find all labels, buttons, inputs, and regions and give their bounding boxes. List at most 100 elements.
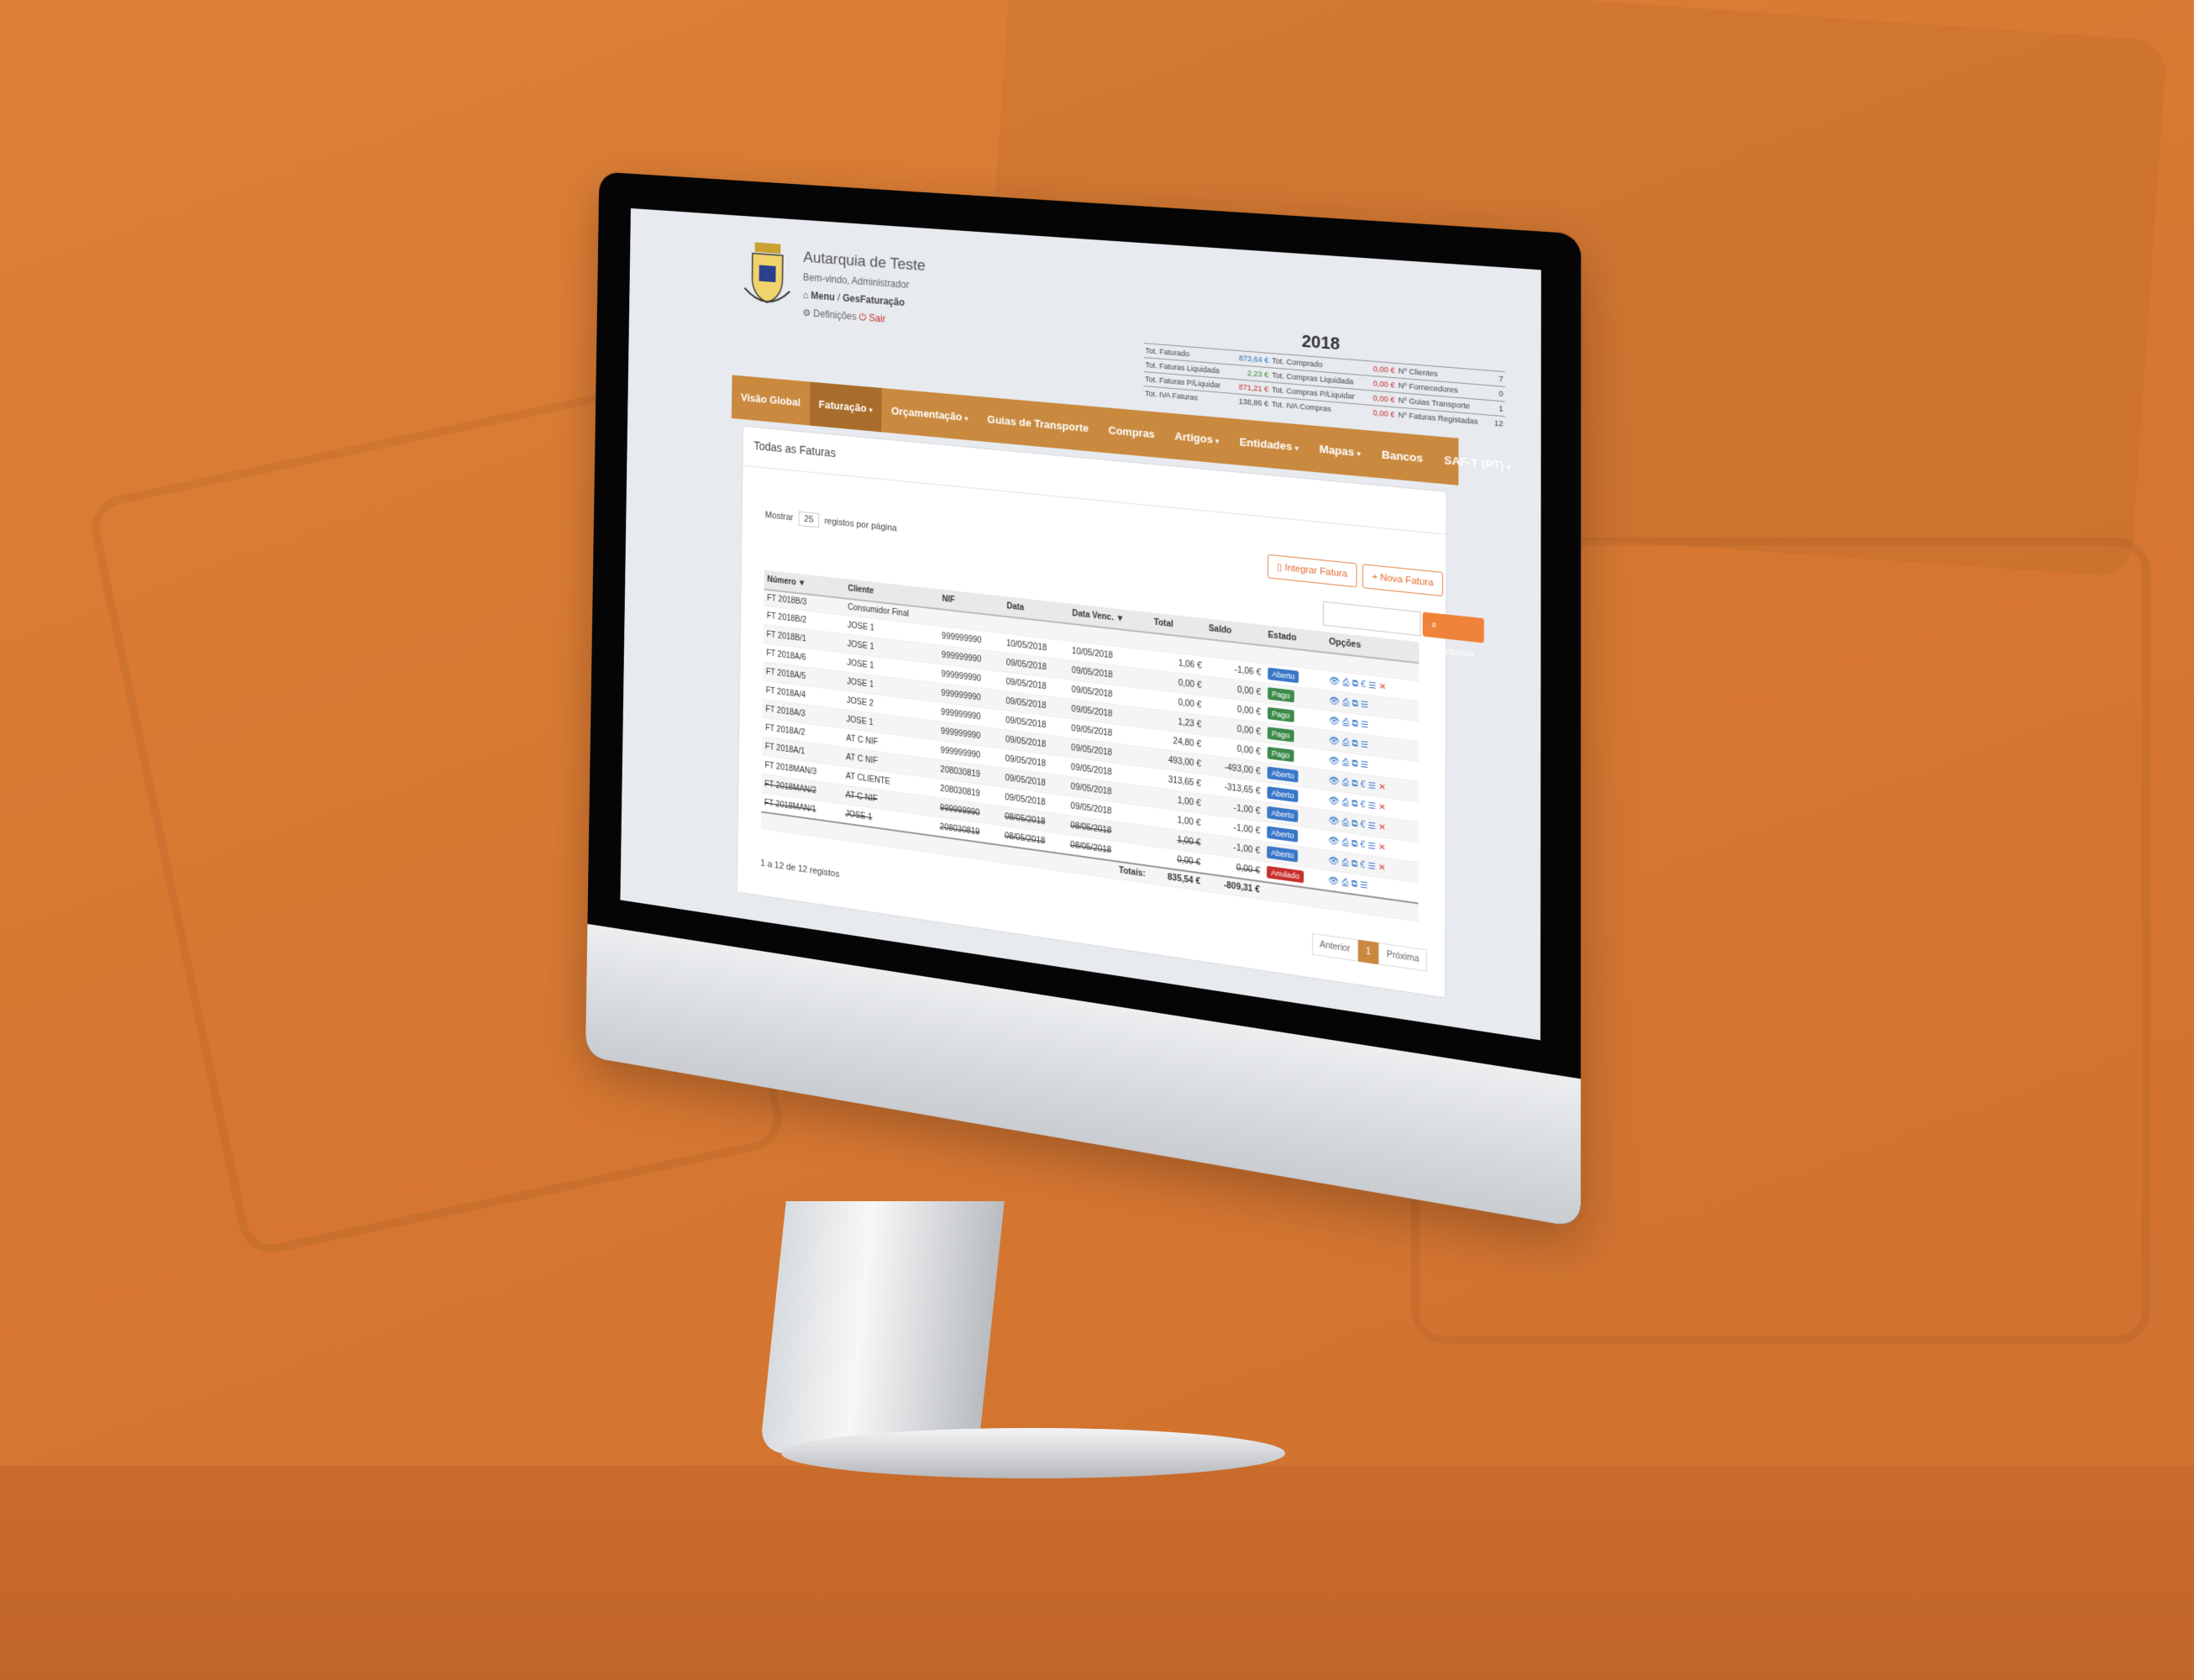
nav-item-entidades[interactable]: Entidades ▾ bbox=[1229, 418, 1309, 471]
integrate-invoice-button[interactable]: ▯ Integrar Fatura bbox=[1267, 554, 1357, 588]
view-icon[interactable]: 👁 bbox=[1329, 755, 1340, 766]
nav-item-bancos[interactable]: Bancos bbox=[1371, 431, 1433, 483]
sort-icon: ▼ bbox=[795, 578, 806, 589]
nav-item-mapas[interactable]: Mapas ▾ bbox=[1309, 425, 1371, 477]
list-icon[interactable]: ☰ bbox=[1367, 841, 1375, 852]
euro-icon[interactable]: € bbox=[1360, 840, 1365, 850]
nav-item-label: Bancos bbox=[1381, 448, 1424, 465]
view-icon[interactable]: 👁 bbox=[1329, 676, 1340, 687]
page-size-control: Mostrar 25 registos por página bbox=[765, 507, 897, 536]
nav-item-compras[interactable]: Compras bbox=[1099, 407, 1165, 458]
logout-link[interactable]: Sair bbox=[869, 312, 885, 324]
copy-icon[interactable]: ⧉ bbox=[1352, 799, 1357, 809]
copy-icon[interactable]: ⧉ bbox=[1352, 738, 1357, 748]
view-icon[interactable]: 👁 bbox=[1329, 716, 1340, 727]
chevron-down-icon: ▾ bbox=[1215, 436, 1220, 446]
view-icon[interactable]: 👁 bbox=[1329, 736, 1340, 747]
view-icon[interactable]: 👁 bbox=[1328, 855, 1339, 866]
breadcrumb-module[interactable]: GesFaturação bbox=[842, 292, 905, 308]
plus-icon: + bbox=[1372, 571, 1378, 583]
copy-icon[interactable]: ⧉ bbox=[1352, 718, 1357, 728]
search-button-label: Pesquisar bbox=[1431, 643, 1475, 660]
nav-item-vis-o-global[interactable]: Visão Global bbox=[732, 375, 810, 425]
print-icon[interactable]: ⎙ bbox=[1341, 858, 1348, 869]
new-invoice-button[interactable]: + Nova Fatura bbox=[1362, 564, 1444, 597]
list-icon[interactable]: ☰ bbox=[1367, 861, 1375, 872]
print-icon[interactable]: ⎙ bbox=[1342, 677, 1349, 687]
euro-icon[interactable]: € bbox=[1360, 820, 1365, 830]
print-icon[interactable]: ⎙ bbox=[1342, 797, 1349, 807]
euro-icon[interactable]: € bbox=[1361, 780, 1366, 790]
list-icon[interactable]: ☰ bbox=[1361, 759, 1368, 770]
copy-icon[interactable]: ⧉ bbox=[1352, 679, 1358, 689]
print-icon[interactable]: ⎙ bbox=[1342, 738, 1349, 748]
list-icon[interactable]: ☰ bbox=[1361, 739, 1368, 750]
view-icon[interactable]: 👁 bbox=[1329, 696, 1340, 706]
pagination-next[interactable]: Próxima bbox=[1378, 942, 1427, 972]
euro-icon[interactable]: € bbox=[1361, 680, 1366, 690]
delete-icon[interactable]: ✕ bbox=[1378, 681, 1386, 691]
print-icon[interactable]: ⎙ bbox=[1341, 878, 1348, 889]
copy-icon[interactable]: ⧉ bbox=[1352, 818, 1357, 828]
copy-icon[interactable]: ⧉ bbox=[1352, 779, 1357, 789]
nav-item-saf-t-pt-[interactable]: SAF-T (PT) ▾ bbox=[1434, 436, 1522, 491]
copy-icon[interactable]: ⧉ bbox=[1352, 858, 1357, 869]
nav-item-label: Visão Global bbox=[740, 391, 800, 409]
view-icon[interactable]: 👁 bbox=[1328, 836, 1339, 847]
org-header: Autarquia de Teste Bem-vindo, Administra… bbox=[802, 249, 925, 328]
pagination-previous[interactable]: Anterior bbox=[1311, 932, 1358, 962]
nav-item-label: Artigos bbox=[1174, 429, 1213, 446]
monitor-screen: Autarquia de Teste Bem-vindo, Administra… bbox=[620, 207, 1541, 1041]
status-badge: Pago bbox=[1268, 687, 1294, 703]
print-icon[interactable]: ⎙ bbox=[1342, 777, 1349, 787]
view-icon[interactable]: 👁 bbox=[1328, 875, 1339, 886]
print-icon[interactable]: ⎙ bbox=[1342, 817, 1349, 827]
copy-icon[interactable]: ⧉ bbox=[1352, 698, 1358, 708]
view-icon[interactable]: 👁 bbox=[1328, 816, 1339, 827]
chevron-down-icon: ▾ bbox=[1294, 444, 1299, 453]
nav-item-or-amenta-o[interactable]: Orçamentação ▾ bbox=[881, 388, 978, 441]
invoices-table: Número ▼ Cliente NIF Data Data Venc. ▼ Total S… bbox=[760, 570, 1420, 921]
search-icon: ⌕ bbox=[1431, 619, 1437, 632]
user-links: ⚙ Definições ⏻ Sair bbox=[802, 307, 925, 328]
stats-value: 12 bbox=[1490, 415, 1505, 431]
delete-icon[interactable]: ✕ bbox=[1378, 822, 1386, 833]
print-icon[interactable]: ⎙ bbox=[1342, 717, 1349, 727]
copy-icon[interactable]: ⧉ bbox=[1352, 759, 1357, 769]
search-input[interactable] bbox=[1323, 601, 1421, 637]
search-button[interactable]: ⌕ Pesquisar bbox=[1422, 612, 1484, 659]
print-icon[interactable]: ⎙ bbox=[1341, 837, 1348, 848]
list-icon[interactable]: ☰ bbox=[1361, 700, 1368, 710]
delete-icon[interactable]: ✕ bbox=[1378, 802, 1386, 813]
list-icon[interactable]: ☰ bbox=[1368, 801, 1376, 811]
breadcrumb-menu[interactable]: Menu bbox=[811, 290, 835, 303]
list-icon[interactable]: ☰ bbox=[1367, 821, 1375, 832]
delete-icon[interactable]: ✕ bbox=[1378, 843, 1386, 853]
delete-icon[interactable]: ✕ bbox=[1378, 782, 1386, 793]
view-icon[interactable]: 👁 bbox=[1328, 795, 1339, 806]
list-icon[interactable]: ☰ bbox=[1360, 880, 1367, 891]
nav-item-guias-de-transporte[interactable]: Guias de Transporte bbox=[978, 396, 1099, 452]
euro-icon[interactable]: € bbox=[1361, 800, 1366, 810]
status-badge: Pago bbox=[1267, 706, 1294, 722]
list-icon[interactable]: ☰ bbox=[1361, 720, 1368, 731]
settings-link[interactable]: Definições bbox=[813, 307, 856, 323]
list-icon[interactable]: ☰ bbox=[1368, 780, 1376, 791]
euro-icon[interactable]: € bbox=[1360, 860, 1365, 870]
status-badge: Aberto bbox=[1267, 806, 1299, 823]
stats-value: 0 bbox=[1490, 385, 1505, 402]
print-icon[interactable]: ⎙ bbox=[1342, 757, 1349, 767]
nav-item-fatura-o[interactable]: Faturação ▾ bbox=[809, 381, 883, 433]
copy-icon[interactable]: ⧉ bbox=[1352, 838, 1357, 848]
records-count: 1 a 12 de 12 registos bbox=[760, 858, 840, 880]
page-size-select[interactable]: 25 bbox=[798, 511, 819, 528]
list-icon[interactable]: ☰ bbox=[1368, 680, 1376, 690]
delete-icon[interactable]: ✕ bbox=[1378, 863, 1386, 874]
status-badge: Anulado bbox=[1267, 865, 1304, 884]
nav-item-artigos[interactable]: Artigos ▾ bbox=[1164, 412, 1229, 464]
pagination-page-1[interactable]: 1 bbox=[1357, 939, 1379, 965]
copy-icon[interactable]: ⧉ bbox=[1352, 879, 1357, 889]
print-icon[interactable]: ⎙ bbox=[1342, 697, 1349, 707]
chevron-down-icon: ▾ bbox=[1506, 462, 1511, 472]
view-icon[interactable]: 👁 bbox=[1328, 775, 1339, 786]
